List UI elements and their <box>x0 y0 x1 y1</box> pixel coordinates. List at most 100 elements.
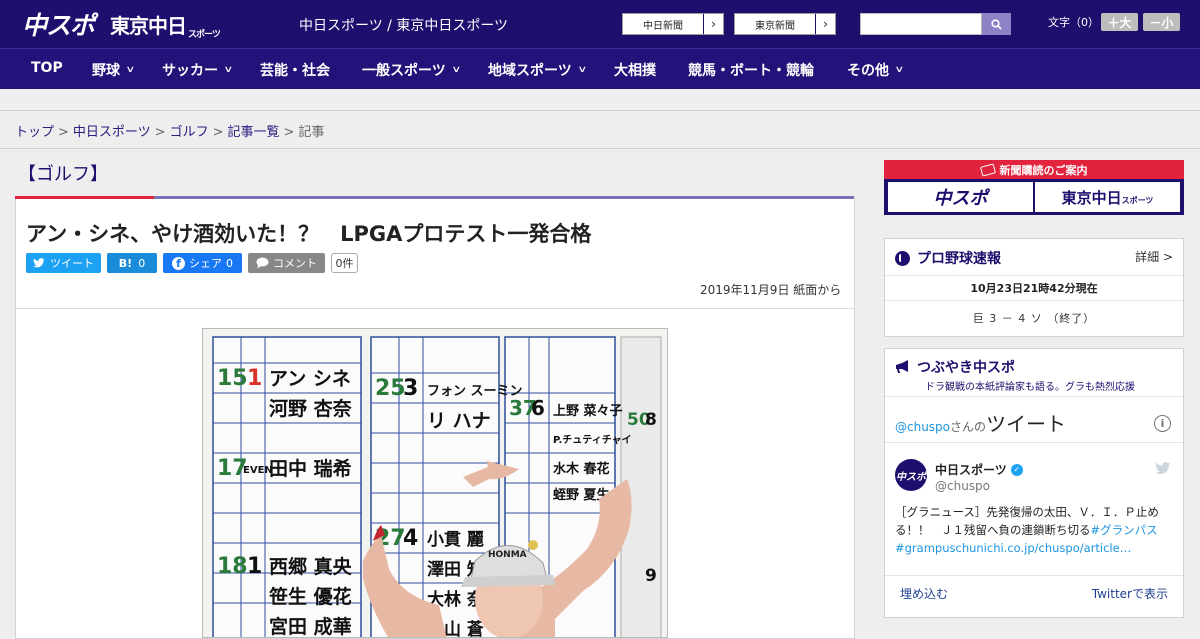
handle-suffix: さんの <box>950 420 987 434</box>
breadcrumb-separator: > <box>283 125 295 140</box>
cap-logo-text: HONMA <box>488 550 527 560</box>
board-score: 4 <box>403 526 418 551</box>
nav-item-racing[interactable]: 競馬・ボート・競輪 <box>688 60 814 80</box>
nav-item-soccer[interactable]: サッカー ∨ <box>162 60 234 80</box>
divider <box>885 442 1183 443</box>
facebook-share-button[interactable]: f シェア 0 <box>163 253 242 273</box>
facebook-share-label: シェア <box>189 257 222 270</box>
tweet-label: ツイート <box>50 257 94 270</box>
facebook-share-count: 0 <box>226 256 233 270</box>
article-dateline: 2019年11月9日 紙面から <box>700 283 842 297</box>
breadcrumb-article-list[interactable]: 記事一覧 <box>228 125 280 140</box>
nav-label: 競馬・ボート・競輪 <box>688 63 814 79</box>
tsubuyaki-title-label: つぶやき中スポ <box>917 360 1015 376</box>
nav-label: その他 <box>847 63 889 79</box>
subscription-heading-label: 新聞購読のご案内 <box>999 163 1088 177</box>
avatar[interactable]: 中スポ <box>895 459 927 491</box>
view-on-twitter-link[interactable]: Twitterで表示 <box>1092 585 1168 602</box>
search-button[interactable] <box>982 13 1011 35</box>
nav-label: サッカー <box>162 63 218 79</box>
font-size-increase-button[interactable]: ＋大 <box>1101 13 1138 31</box>
account-name-label: 中日スポーツ <box>935 463 1007 477</box>
nav-item-other[interactable]: その他 ∨ <box>847 60 905 80</box>
nav-item-general-sports[interactable]: 一般スポーツ ∨ <box>362 60 461 80</box>
breadcrumb-top[interactable]: トップ <box>15 125 54 140</box>
hatena-bookmark-button[interactable]: B! 0 <box>107 253 157 273</box>
baseball-icon <box>895 250 910 266</box>
nav-item-sumo[interactable]: 大相撲 <box>614 60 656 80</box>
tweet-hashtag-link[interactable]: #グランパス <box>1091 523 1158 537</box>
twitter-handle-link[interactable]: @chuspo <box>895 420 950 434</box>
nav-item-entertainment[interactable]: 芸能・社会 <box>260 60 330 80</box>
hatena-icon: B! <box>118 256 133 270</box>
ad-strip <box>0 89 1200 111</box>
font-size-label: 文字（0） <box>1048 16 1099 29</box>
subscribe-tokyo-suffix: スポーツ <box>1121 196 1154 205</box>
article-headline: アン・シネ、やけ酒効いた！？ LPGAプロテスト一発合格 <box>26 222 592 246</box>
breadcrumb-golf[interactable]: ゴルフ <box>170 125 209 140</box>
account-handle[interactable]: @chuspo <box>935 479 990 493</box>
tokyo-logo-suffix: スポーツ <box>188 30 221 40</box>
chevron-right-icon: › <box>703 14 723 34</box>
tokyo-shimbun-link[interactable]: 東京新聞 › <box>734 13 836 35</box>
tweet-button[interactable]: ツイート <box>26 253 101 273</box>
chevron-down-icon: ∨ <box>223 65 234 75</box>
board-name: アン シネ <box>269 368 351 390</box>
board-name: 笹生 優花 <box>269 585 352 608</box>
nav-label: 一般スポーツ <box>362 63 446 79</box>
site-header: 中スポ 東京中日 スポーツ 中日スポーツ / 東京中日スポーツ 中日新聞 › 東… <box>0 0 1200 48</box>
baseball-score-card: プロ野球速報 詳細 > 10月23日21時42分現在 巨 3 － 4 ソ （終了… <box>884 238 1184 337</box>
breadcrumb-chunichi-sports[interactable]: 中日スポーツ <box>73 125 151 140</box>
tokyo-chunichi-logo[interactable]: 東京中日 スポーツ <box>110 8 221 41</box>
subscription-heading: 新聞購読のご案内 <box>884 160 1184 179</box>
chevron-down-icon: ∨ <box>894 65 905 75</box>
nav-label: 大相撲 <box>614 63 656 79</box>
board-score: 9 <box>645 566 657 586</box>
subscribe-tokyo-button[interactable]: 東京中日 スポーツ <box>1035 182 1180 212</box>
breadcrumb: トップ > 中日スポーツ > ゴルフ > 記事一覧 > 記事 <box>15 121 324 140</box>
twitter-bird-icon[interactable] <box>1155 462 1171 475</box>
comment-count: 0件 <box>331 253 358 273</box>
board-name: 上野 菜々子 <box>553 403 623 419</box>
nav-item-baseball[interactable]: 野球 ∨ <box>92 60 135 80</box>
facebook-icon: f <box>172 256 185 270</box>
tokyo-shimbun-label: 東京新聞 <box>755 20 795 32</box>
subscribe-chuspo-button[interactable]: 中スポ <box>888 182 1033 212</box>
baseball-card-title: プロ野球速報 <box>895 248 1001 268</box>
tsubuyaki-subtitle: ドラ観戦の本紙評論家も語る。グラも熱烈応援 <box>925 382 1135 393</box>
baseball-detail-link[interactable]: 詳細 > <box>1135 248 1173 265</box>
board-name: 水木 春花 <box>553 461 610 477</box>
chuspo-logo[interactable]: 中スポ <box>22 8 95 40</box>
divider <box>16 308 854 309</box>
nav-item-local-sports[interactable]: 地域スポーツ ∨ <box>488 60 587 80</box>
search-input[interactable] <box>860 13 982 35</box>
chunichi-shimbun-link[interactable]: 中日新聞 › <box>622 13 724 35</box>
breadcrumb-separator: > <box>212 125 224 140</box>
subscription-banner[interactable]: 新聞購読のご案内 中スポ 東京中日 スポーツ <box>884 160 1184 215</box>
breadcrumb-current: 記事 <box>298 125 325 140</box>
search-icon <box>991 18 1002 30</box>
tweet-text: ［グラニュース］先発復帰の太田、Ｖ．Ｉ．Ｐ止める！！ Ｊ１残留へ負の連鎖断ち切る… <box>895 503 1175 557</box>
nav-item-top[interactable]: TOP <box>31 60 63 76</box>
font-size-decrease-button[interactable]: －小 <box>1143 13 1180 31</box>
tweets-label: ツイート <box>986 412 1067 436</box>
divider <box>0 148 1200 149</box>
board-rank: 15 <box>217 366 248 391</box>
board-name: 田中 瑞希 <box>269 457 352 480</box>
comment-button[interactable]: コメント <box>248 253 325 273</box>
board-score: 8 <box>645 410 657 430</box>
game-score[interactable]: 巨 3 － 4 ソ （終了） <box>885 310 1183 326</box>
board-rank: 25 <box>375 376 406 401</box>
info-icon[interactable]: i <box>1154 415 1171 432</box>
account-name[interactable]: 中日スポーツ ✓ <box>935 461 1023 478</box>
board-score: 3 <box>403 376 418 401</box>
board-score: 1 <box>247 366 262 391</box>
newspaper-icon <box>979 162 996 177</box>
category-title: 【ゴルフ】 <box>18 164 108 185</box>
article-photo[interactable]: 15 1 アン シネ 河野 杏奈 17 EVEN 田中 瑞希 18 1 西郷 真… <box>202 328 668 638</box>
embed-link[interactable]: 埋め込む <box>900 585 948 602</box>
breadcrumb-separator: > <box>58 125 69 140</box>
tweet-url-link[interactable]: #grampuschunichi.co.jp/chuspo/article… <box>895 541 1131 555</box>
board-score: 1 <box>247 554 262 579</box>
main-nav: TOP 野球 ∨ サッカー ∨ 芸能・社会 一般スポーツ ∨ 地域スポーツ ∨ 大相撲 … <box>0 48 1200 89</box>
